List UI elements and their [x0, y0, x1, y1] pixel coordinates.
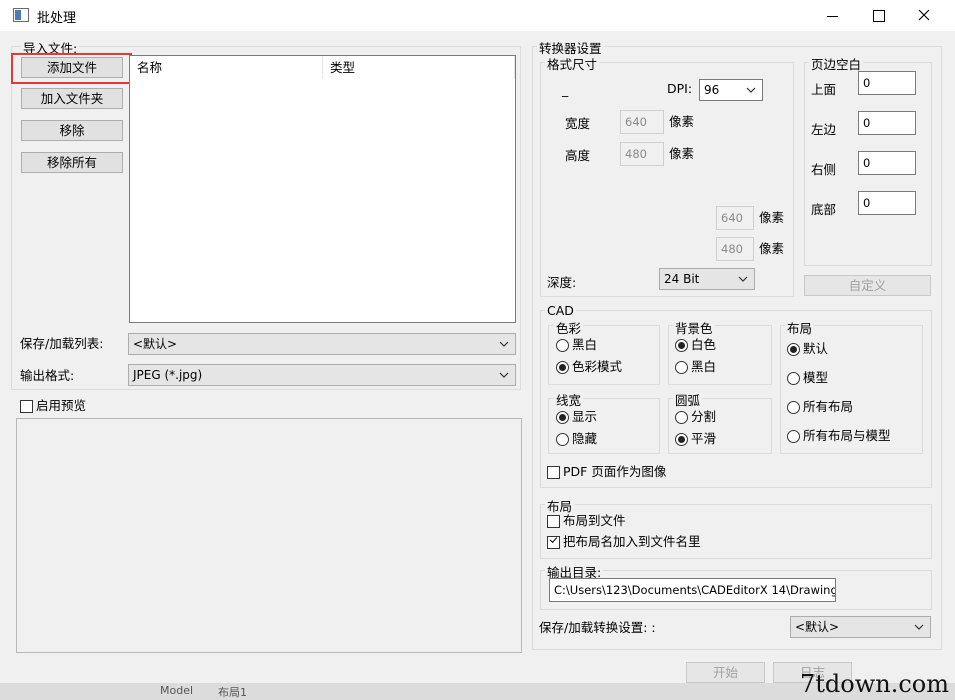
add-layout-name-checkbox[interactable]: 把布局名加入到文件名里 — [547, 534, 701, 550]
height-unit: 像素 — [669, 146, 695, 161]
background-label: 背景色 — [673, 318, 715, 337]
custom-button[interactable]: 自定义 — [804, 275, 931, 296]
height-label: 高度 — [565, 148, 591, 163]
add-file-button[interactable]: 添加文件 — [21, 57, 123, 78]
maximize-button[interactable] — [855, 0, 901, 31]
depth-label: 深度: — [547, 275, 577, 290]
background-tab-model: Model — [160, 684, 194, 697]
remove-button[interactable]: 移除 — [21, 120, 123, 141]
color-bw-radio[interactable]: 黑白 — [556, 337, 597, 353]
color-label: 色彩 — [554, 318, 584, 337]
height-input[interactable]: 480 — [620, 142, 664, 166]
chevron-down-icon — [499, 334, 509, 354]
chevron-down-icon — [914, 617, 924, 637]
lineweight-hide-radio[interactable]: 隐藏 — [556, 431, 597, 447]
chevron-down-icon — [738, 269, 748, 289]
lineweight-label: 线宽 — [554, 390, 584, 409]
margin-bottom-label: 底部 — [811, 202, 837, 217]
width-input[interactable]: 640 — [620, 110, 664, 134]
background-black-radio[interactable]: 黑白 — [675, 359, 716, 375]
enable-preview-checkbox[interactable]: 启用预览 — [20, 398, 86, 414]
layout-default-radio[interactable]: 默认 — [787, 341, 828, 357]
dpi-label: DPI: — [667, 81, 693, 96]
margin-top-label: 上面 — [811, 82, 837, 97]
background-tab-layout: 布局1 — [218, 686, 247, 699]
layout-all-model-radio[interactable]: 所有布局与模型 — [787, 428, 891, 444]
window-title: 批处理 — [37, 11, 77, 26]
arc-smooth-radio[interactable]: 平滑 — [675, 431, 716, 447]
arc-split-radio[interactable]: 分割 — [675, 409, 716, 425]
column-header-name[interactable]: 名称 — [130, 56, 323, 79]
width-unit: 像素 — [669, 114, 695, 129]
height2-unit: 像素 — [759, 241, 785, 256]
start-button[interactable]: 开始 — [686, 662, 765, 683]
list-settings-label: 保存/加载列表: — [20, 336, 104, 351]
dpi-value: 96 — [704, 83, 720, 97]
app-icon — [13, 8, 29, 22]
layout-model-radio[interactable]: 模型 — [787, 370, 828, 386]
margin-right-input[interactable]: 0 — [858, 151, 916, 175]
output-format-value: JPEG (*.jpg) — [133, 368, 203, 382]
width2-unit: 像素 — [759, 210, 785, 225]
format-dash: _ — [562, 82, 569, 97]
cad-layout-label: 布局 — [785, 318, 815, 337]
title-bar: 批处理 — [0, 0, 955, 31]
margin-left-input[interactable]: 0 — [858, 111, 916, 135]
column-header-type[interactable]: 类型 — [323, 56, 515, 79]
color-mode-radio[interactable]: 色彩模式 — [556, 359, 622, 375]
watermark-logo: 7tdown.com — [799, 670, 949, 698]
minimize-button[interactable] — [809, 0, 855, 31]
convert-settings-select[interactable]: <默认> — [790, 616, 931, 638]
arc-label: 圆弧 — [673, 390, 703, 409]
margin-bottom-input[interactable]: 0 — [858, 191, 916, 215]
output-format-label: 输出格式: — [20, 368, 75, 383]
background-white-radio[interactable]: 白色 — [675, 337, 716, 353]
preview-area — [16, 418, 522, 653]
chevron-down-icon — [499, 365, 509, 385]
batch-process-window: Model 布局1 批处理 导入文件: 添加文件 加入文件夹 移除 移除所有 名… — [0, 0, 955, 700]
output-dir-input[interactable]: C:\Users\123\Documents\CADEditorX 14\Dra… — [549, 578, 836, 602]
format-size-label: 格式尺寸 — [545, 54, 600, 73]
width-label: 宽度 — [565, 116, 591, 131]
margin-left-label: 左边 — [811, 122, 837, 137]
margin-right-label: 右侧 — [811, 162, 837, 177]
chevron-down-icon — [746, 80, 756, 100]
lineweight-show-radio[interactable]: 显示 — [556, 409, 597, 425]
output-format-select[interactable]: JPEG (*.jpg) — [128, 364, 516, 386]
cad-label: CAD — [545, 303, 576, 318]
margin-top-input[interactable]: 0 — [858, 71, 916, 95]
depth-select[interactable]: 24 Bit — [659, 268, 755, 290]
convert-settings-value: <默认> — [795, 620, 840, 634]
list-settings-value: <默认> — [133, 337, 178, 351]
width2-input[interactable]: 640 — [716, 206, 754, 230]
close-button[interactable] — [901, 0, 947, 31]
depth-value: 24 Bit — [664, 272, 700, 286]
layout-to-file-checkbox[interactable]: 布局到文件 — [547, 513, 626, 529]
height2-input[interactable]: 480 — [716, 237, 754, 261]
add-folder-button[interactable]: 加入文件夹 — [21, 88, 123, 109]
file-list[interactable]: 名称 类型 — [129, 55, 516, 323]
margins-label: 页边空白 — [809, 54, 864, 73]
dpi-select[interactable]: 96 — [699, 79, 763, 101]
list-settings-select[interactable]: <默认> — [128, 333, 516, 355]
remove-all-button[interactable]: 移除所有 — [21, 152, 123, 173]
close-icon — [918, 9, 930, 21]
convert-settings-label: 保存/加载转换设置: : — [539, 620, 656, 635]
layout-all-radio[interactable]: 所有布局 — [787, 399, 853, 415]
pdf-as-image-checkbox[interactable]: PDF 页面作为图像 — [547, 464, 666, 480]
